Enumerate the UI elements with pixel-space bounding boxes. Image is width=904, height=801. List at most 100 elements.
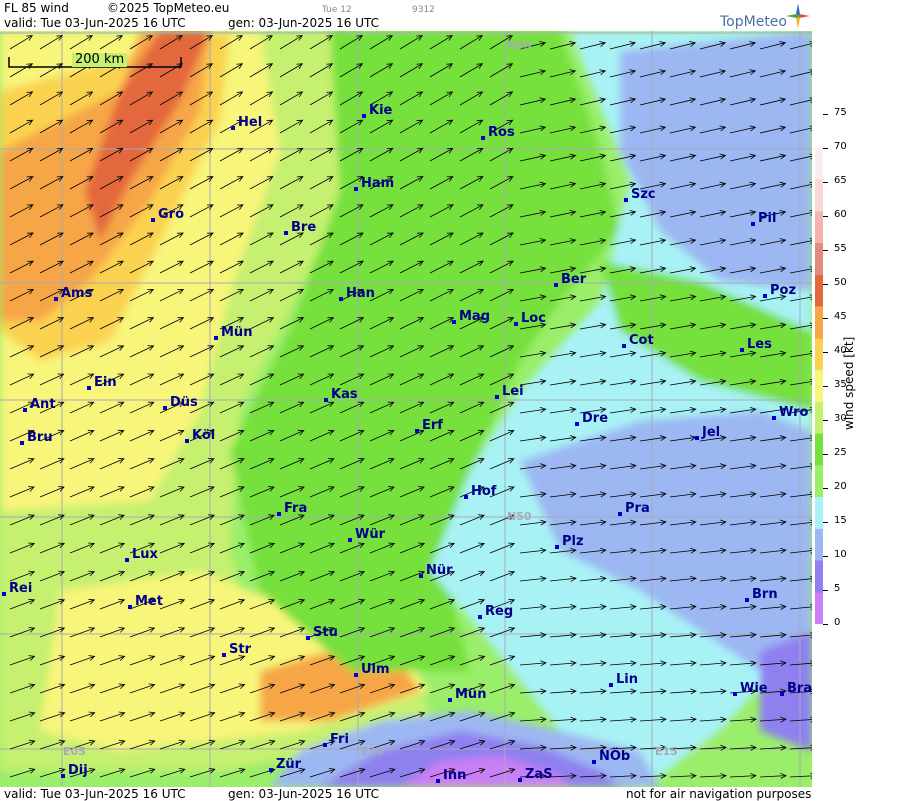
legend-tick-label: 75: [834, 107, 847, 118]
legend-tick-label: 60: [834, 209, 847, 220]
city-label: Lux: [132, 547, 158, 562]
legend-tick-label: 25: [834, 447, 847, 458]
grid-label-n55: N55: [507, 39, 532, 52]
city-label: Cot: [629, 333, 654, 348]
city-label: Dij: [68, 763, 88, 778]
copyright: ©2025 TopMeteo.eu: [107, 1, 230, 15]
city-label: Ham: [361, 176, 395, 191]
city-marker: [622, 344, 626, 348]
city-marker: [415, 429, 419, 433]
city-marker: [518, 778, 522, 782]
legend-tick: [823, 284, 828, 285]
valid-time: valid: Tue 03-Jun-2025 16 UTC: [4, 16, 186, 30]
city-marker: [772, 416, 776, 420]
city-marker: [751, 222, 755, 226]
scale-bar-label: 200 km: [72, 53, 128, 67]
city-label: Erf: [422, 418, 443, 433]
legend-title: wind speed [kt]: [842, 336, 856, 430]
city-marker: [306, 636, 310, 640]
wind-map[interactable]: 200 km N55 N50 E05 E10 E15 Hel Kie Ros Ham S…: [0, 31, 812, 787]
city-marker: [323, 743, 327, 747]
city-marker: [339, 297, 343, 301]
city-marker: [54, 297, 58, 301]
city-marker: [284, 231, 288, 235]
legend-color-bar: [815, 148, 823, 624]
city-label: Wie: [740, 681, 768, 696]
city-marker: [514, 322, 518, 326]
wind-speed-legend: 0 5 10 15 20 25 30 35 40 45 50 55 60 65 70 75 wind spee…: [812, 0, 904, 801]
city-marker: [575, 422, 579, 426]
city-marker: [354, 187, 358, 191]
city-marker: [2, 592, 6, 596]
city-marker: [23, 408, 27, 412]
legend-tick: [823, 488, 828, 489]
city-marker: [592, 760, 596, 764]
city-marker: [478, 615, 482, 619]
legend-tick: [823, 624, 828, 625]
topmeteo-logo: TopMeteo: [720, 14, 787, 30]
footer-valid-time: valid: Tue 03-Jun-2025 16 UTC: [4, 787, 186, 801]
city-label: ZaS: [525, 767, 553, 782]
city-label: Loc: [521, 311, 546, 326]
city-label: Nür: [426, 563, 453, 578]
generated-time: gen: 03-Jun-2025 16 UTC: [228, 16, 380, 30]
city-label: Hel: [238, 115, 263, 130]
grid-label-e15: E15: [655, 745, 678, 758]
city-label: Plz: [562, 534, 584, 549]
legend-tick: [823, 420, 828, 421]
city-label: Stu: [313, 625, 338, 640]
city-marker: [324, 398, 328, 402]
city-label: Gro: [158, 207, 185, 222]
city-label: Zür: [276, 757, 302, 772]
city-marker: [609, 683, 613, 687]
city-label: Pra: [625, 501, 650, 516]
legend-tick: [823, 522, 828, 523]
city-marker: [695, 436, 699, 440]
legend-tick: [823, 454, 828, 455]
run-code: 9312: [412, 5, 435, 15]
city-marker: [151, 218, 155, 222]
city-marker: [214, 336, 218, 340]
city-marker: [163, 406, 167, 410]
city-label: Düs: [170, 395, 198, 410]
city-label: Ulm: [361, 662, 390, 677]
city-marker: [87, 386, 91, 390]
city-marker: [618, 512, 622, 516]
city-label: Ros: [488, 125, 515, 140]
legend-tick: [823, 590, 828, 591]
city-label: Ber: [561, 272, 587, 287]
city-marker: [780, 692, 784, 696]
city-label: Pil: [758, 211, 777, 226]
city-label: Lin: [616, 672, 638, 687]
city-marker: [554, 283, 558, 287]
city-marker: [125, 558, 129, 562]
city-marker: [495, 395, 499, 399]
city-label: Met: [135, 594, 163, 609]
legend-tick: [823, 556, 828, 557]
city-label: Dre: [582, 411, 609, 426]
city-marker: [128, 605, 132, 609]
city-label: Fra: [284, 501, 308, 516]
wind-speed-field: [0, 31, 812, 787]
city-label: Jel: [702, 425, 721, 440]
city-label: Kie: [369, 103, 393, 118]
disclaimer: not for air navigation purposes: [626, 787, 812, 801]
city-label: Bru: [27, 430, 53, 445]
city-label: Ant: [30, 397, 56, 412]
city-marker: [555, 545, 559, 549]
city-label: Hof: [471, 484, 497, 499]
city-label: Köl: [192, 428, 216, 443]
city-label: Lei: [502, 384, 524, 399]
legend-tick-label: 65: [834, 175, 847, 186]
legend-tick: [823, 386, 828, 387]
grid-label-e05: E05: [63, 745, 86, 758]
legend-tick: [823, 148, 828, 149]
footer-generated-time: gen: 03-Jun-2025 16 UTC: [228, 787, 380, 801]
city-label: Wür: [355, 527, 386, 542]
city-label: Les: [747, 337, 772, 352]
city-label: Reg: [485, 604, 514, 619]
city-marker: [436, 779, 440, 783]
city-label: Brn: [752, 587, 778, 602]
legend-tick-label: 15: [834, 515, 847, 526]
city-marker: [740, 348, 744, 352]
